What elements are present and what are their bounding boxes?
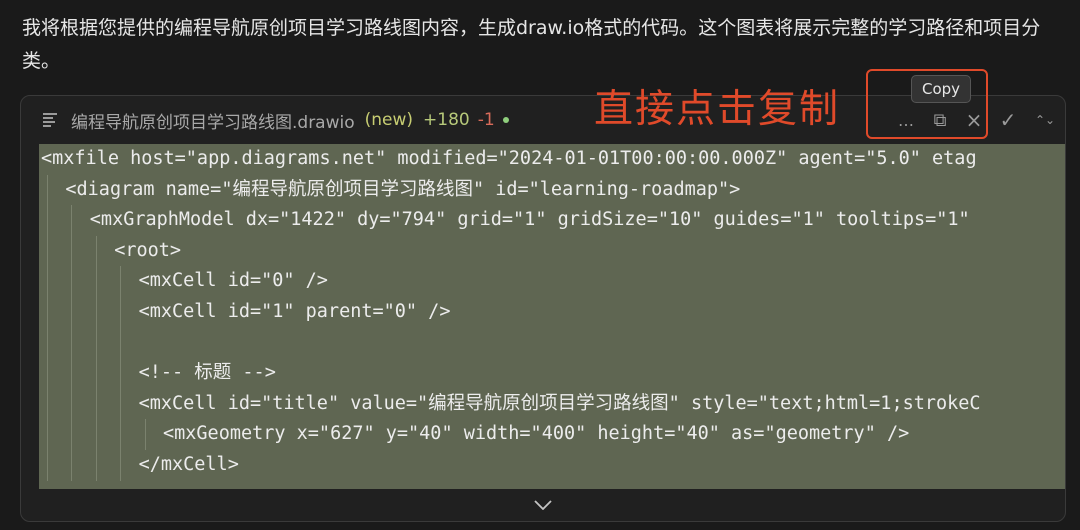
indent-guide	[47, 419, 48, 450]
file-name[interactable]: 编程导航原创项目学习路线图.drawio	[71, 108, 355, 133]
indent-guide	[71, 235, 73, 267]
indent-guide	[95, 296, 97, 328]
code-line-text: </mxCell>	[138, 453, 239, 475]
code-line-text: <root>	[114, 239, 182, 261]
indent-guide	[120, 449, 122, 481]
indent-guide	[47, 296, 48, 328]
new-file-badge: (new)	[364, 110, 414, 130]
copy-tooltip: Copy	[911, 75, 971, 103]
indent-guide	[120, 296, 122, 328]
indent-guide	[120, 327, 122, 359]
indent-guide	[71, 327, 73, 359]
code-line: <mxCell id="title" value="编程导航原创项目学习路线图"…	[39, 388, 1065, 420]
code-line: <!-- 标题 -->	[39, 358, 1065, 389]
indent-guide	[71, 419, 73, 450]
indent-guide	[71, 358, 73, 389]
indent-guide	[120, 419, 122, 450]
indent-guide	[47, 235, 48, 267]
indent-guide	[71, 205, 73, 236]
indent-guide	[47, 449, 48, 481]
code-line: <root>	[39, 235, 1065, 267]
indent-guide	[71, 296, 73, 328]
indent-guide	[120, 388, 122, 420]
indent-guide	[47, 327, 48, 359]
indent-guide	[95, 327, 97, 359]
lines-added-count: +180	[423, 110, 470, 130]
code-line	[39, 327, 1065, 359]
code-line: <mxCell id="0" />	[39, 266, 1065, 297]
indent-guide	[95, 419, 97, 450]
indent-guide	[47, 388, 48, 420]
indent-guide	[47, 358, 48, 389]
indent-guide	[95, 266, 97, 297]
code-line-text: <mxCell id="0" />	[138, 270, 328, 292]
code-line-text: <mxGeometry x="627" y="40" width="400" h…	[163, 423, 910, 445]
indent-guide	[95, 388, 97, 420]
code-line: <mxGeometry x="627" y="40" width="400" h…	[39, 419, 1065, 450]
code-line-text: <mxCell id="title" value="编程导航原创项目学习路线图"…	[138, 392, 981, 414]
indent-guide	[71, 266, 73, 297]
indent-guide	[95, 235, 97, 267]
code-line-text: <mxfile host="app.diagrams.net" modified…	[41, 148, 977, 169]
indent-guide	[47, 205, 48, 236]
code-line: <diagram name="编程导航原创项目学习路线图" id="learni…	[39, 174, 1065, 206]
indent-guide	[95, 449, 97, 481]
code-line-text: <mxGraphModel dx="1422" dy="794" grid="1…	[89, 209, 970, 231]
indent-guide	[47, 266, 48, 297]
code-line-text: <!-- 标题 -->	[138, 362, 276, 384]
lines-removed-count: -1	[477, 110, 495, 130]
indent-guide	[47, 174, 48, 206]
indent-guide	[144, 419, 146, 450]
chevron-down-icon	[534, 500, 552, 510]
unsaved-dot-icon	[502, 117, 509, 123]
code-line: <mxfile host="app.diagrams.net" modified…	[39, 144, 1065, 175]
code-line: <mxGraphModel dx="1422" dy="794" grid="1…	[39, 205, 1065, 236]
indent-guide	[120, 266, 122, 297]
code-line-text: <diagram name="编程导航原创项目学习路线图" id="learni…	[65, 178, 741, 200]
file-lines-icon	[43, 113, 57, 127]
code-line-text: <mxCell id="1" parent="0" />	[138, 300, 451, 322]
indent-guide	[71, 449, 73, 481]
indent-guide	[95, 358, 97, 389]
code-line: </mxCell>	[39, 449, 1065, 481]
code-editor[interactable]: <mxfile host="app.diagrams.net" modified…	[39, 144, 1065, 489]
indent-guide	[71, 388, 73, 420]
accept-check-icon[interactable]: ✓	[991, 108, 1025, 132]
expand-code-button[interactable]	[21, 489, 1065, 521]
indent-guide	[120, 358, 122, 389]
annotation-text: 直接点击复制	[594, 87, 841, 132]
code-line: <mxCell id="1" parent="0" />	[39, 296, 1065, 328]
expand-collapse-icon[interactable]: ⌃⌄	[1025, 114, 1065, 126]
code-diff-panel: 编程导航原创项目学习路线图.drawio (new) +180 -1 … ⧉ ×…	[20, 95, 1066, 522]
